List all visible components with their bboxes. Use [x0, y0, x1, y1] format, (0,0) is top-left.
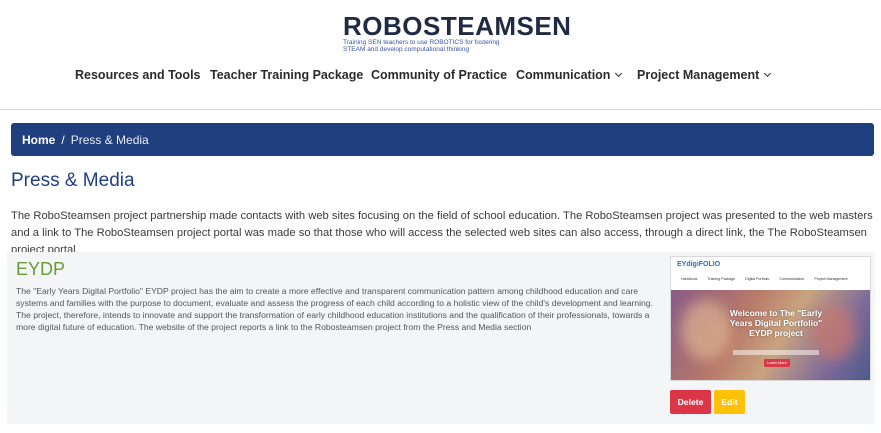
nav-item-label: Project Management [637, 68, 760, 82]
thumbnail-learn-more-button: Learn More [764, 359, 790, 367]
delete-button[interactable]: Delete [670, 390, 711, 414]
main-nav: Resources and Tools Teacher Training Pac… [0, 68, 881, 88]
press-item-title[interactable]: EYDP [16, 259, 65, 280]
thumbnail-welcome-text: Welcome to The "Early Years Digital Port… [729, 308, 823, 338]
thumbnail-hero: Welcome to The "Early Years Digital Port… [671, 290, 870, 380]
thumbnail-menu-item: Communication [779, 277, 805, 281]
site-header: ROBOSTEAMSEN Training SEN teachers to us… [0, 0, 881, 110]
breadcrumb-separator: / [61, 132, 65, 147]
logo-title: ROBOSTEAMSEN [343, 10, 572, 41]
thumbnail-menu-item: Training Package [707, 277, 736, 281]
thumbnail-photo-blur [681, 300, 731, 360]
thumbnail-menu-item: Digital Portfolio [745, 277, 770, 281]
breadcrumb-current: Press & Media [70, 132, 149, 147]
thumbnail-menu-item: Handbook [681, 277, 698, 281]
chevron-down-icon [615, 69, 623, 78]
logo-tagline: Training SEN teachers to use ROBOTICS fo… [343, 38, 500, 53]
nav-item-label: Resources and Tools [75, 68, 201, 82]
thumbnail-logo: EYdigiFOLIO [677, 261, 721, 268]
edit-button[interactable]: Edit [714, 390, 745, 414]
press-item-card: EYDP The "Early Years Digital Portfolio"… [7, 252, 875, 424]
thumbnail-menu-item: Project Management [814, 277, 848, 281]
nav-item-teacher-training-package[interactable]: Teacher Training Package [210, 68, 363, 82]
nav-item-label: Teacher Training Package [210, 68, 364, 82]
nav-item-label: Community of Practice [371, 68, 508, 82]
nav-item-resources-and-tools[interactable]: Resources and Tools [75, 68, 201, 82]
thumbnail-menu: Handbook Training Package Digital Portfo… [681, 277, 856, 281]
chevron-down-icon [764, 69, 772, 78]
site-logo[interactable]: ROBOSTEAMSEN Training SEN teachers to us… [340, 12, 571, 54]
breadcrumb: Home / Press & Media [11, 123, 874, 156]
thumbnail-site-header: EYdigiFOLIO Handbook Training Package Di… [671, 257, 870, 290]
press-item-description: The "Early Years Digital Portfolio" EYDP… [16, 286, 653, 332]
page-title: Press & Media [11, 170, 135, 191]
breadcrumb-home-link[interactable]: Home [22, 133, 55, 147]
nav-item-community-of-practice[interactable]: Community of Practice [371, 68, 507, 82]
nav-item-label: Communication [516, 68, 611, 82]
thumbnail-subtext [733, 350, 819, 355]
press-item-thumbnail[interactable]: EYdigiFOLIO Handbook Training Package Di… [670, 256, 871, 381]
nav-item-project-management[interactable]: Project Management [637, 68, 772, 82]
nav-item-communication[interactable]: Communication [516, 68, 623, 82]
